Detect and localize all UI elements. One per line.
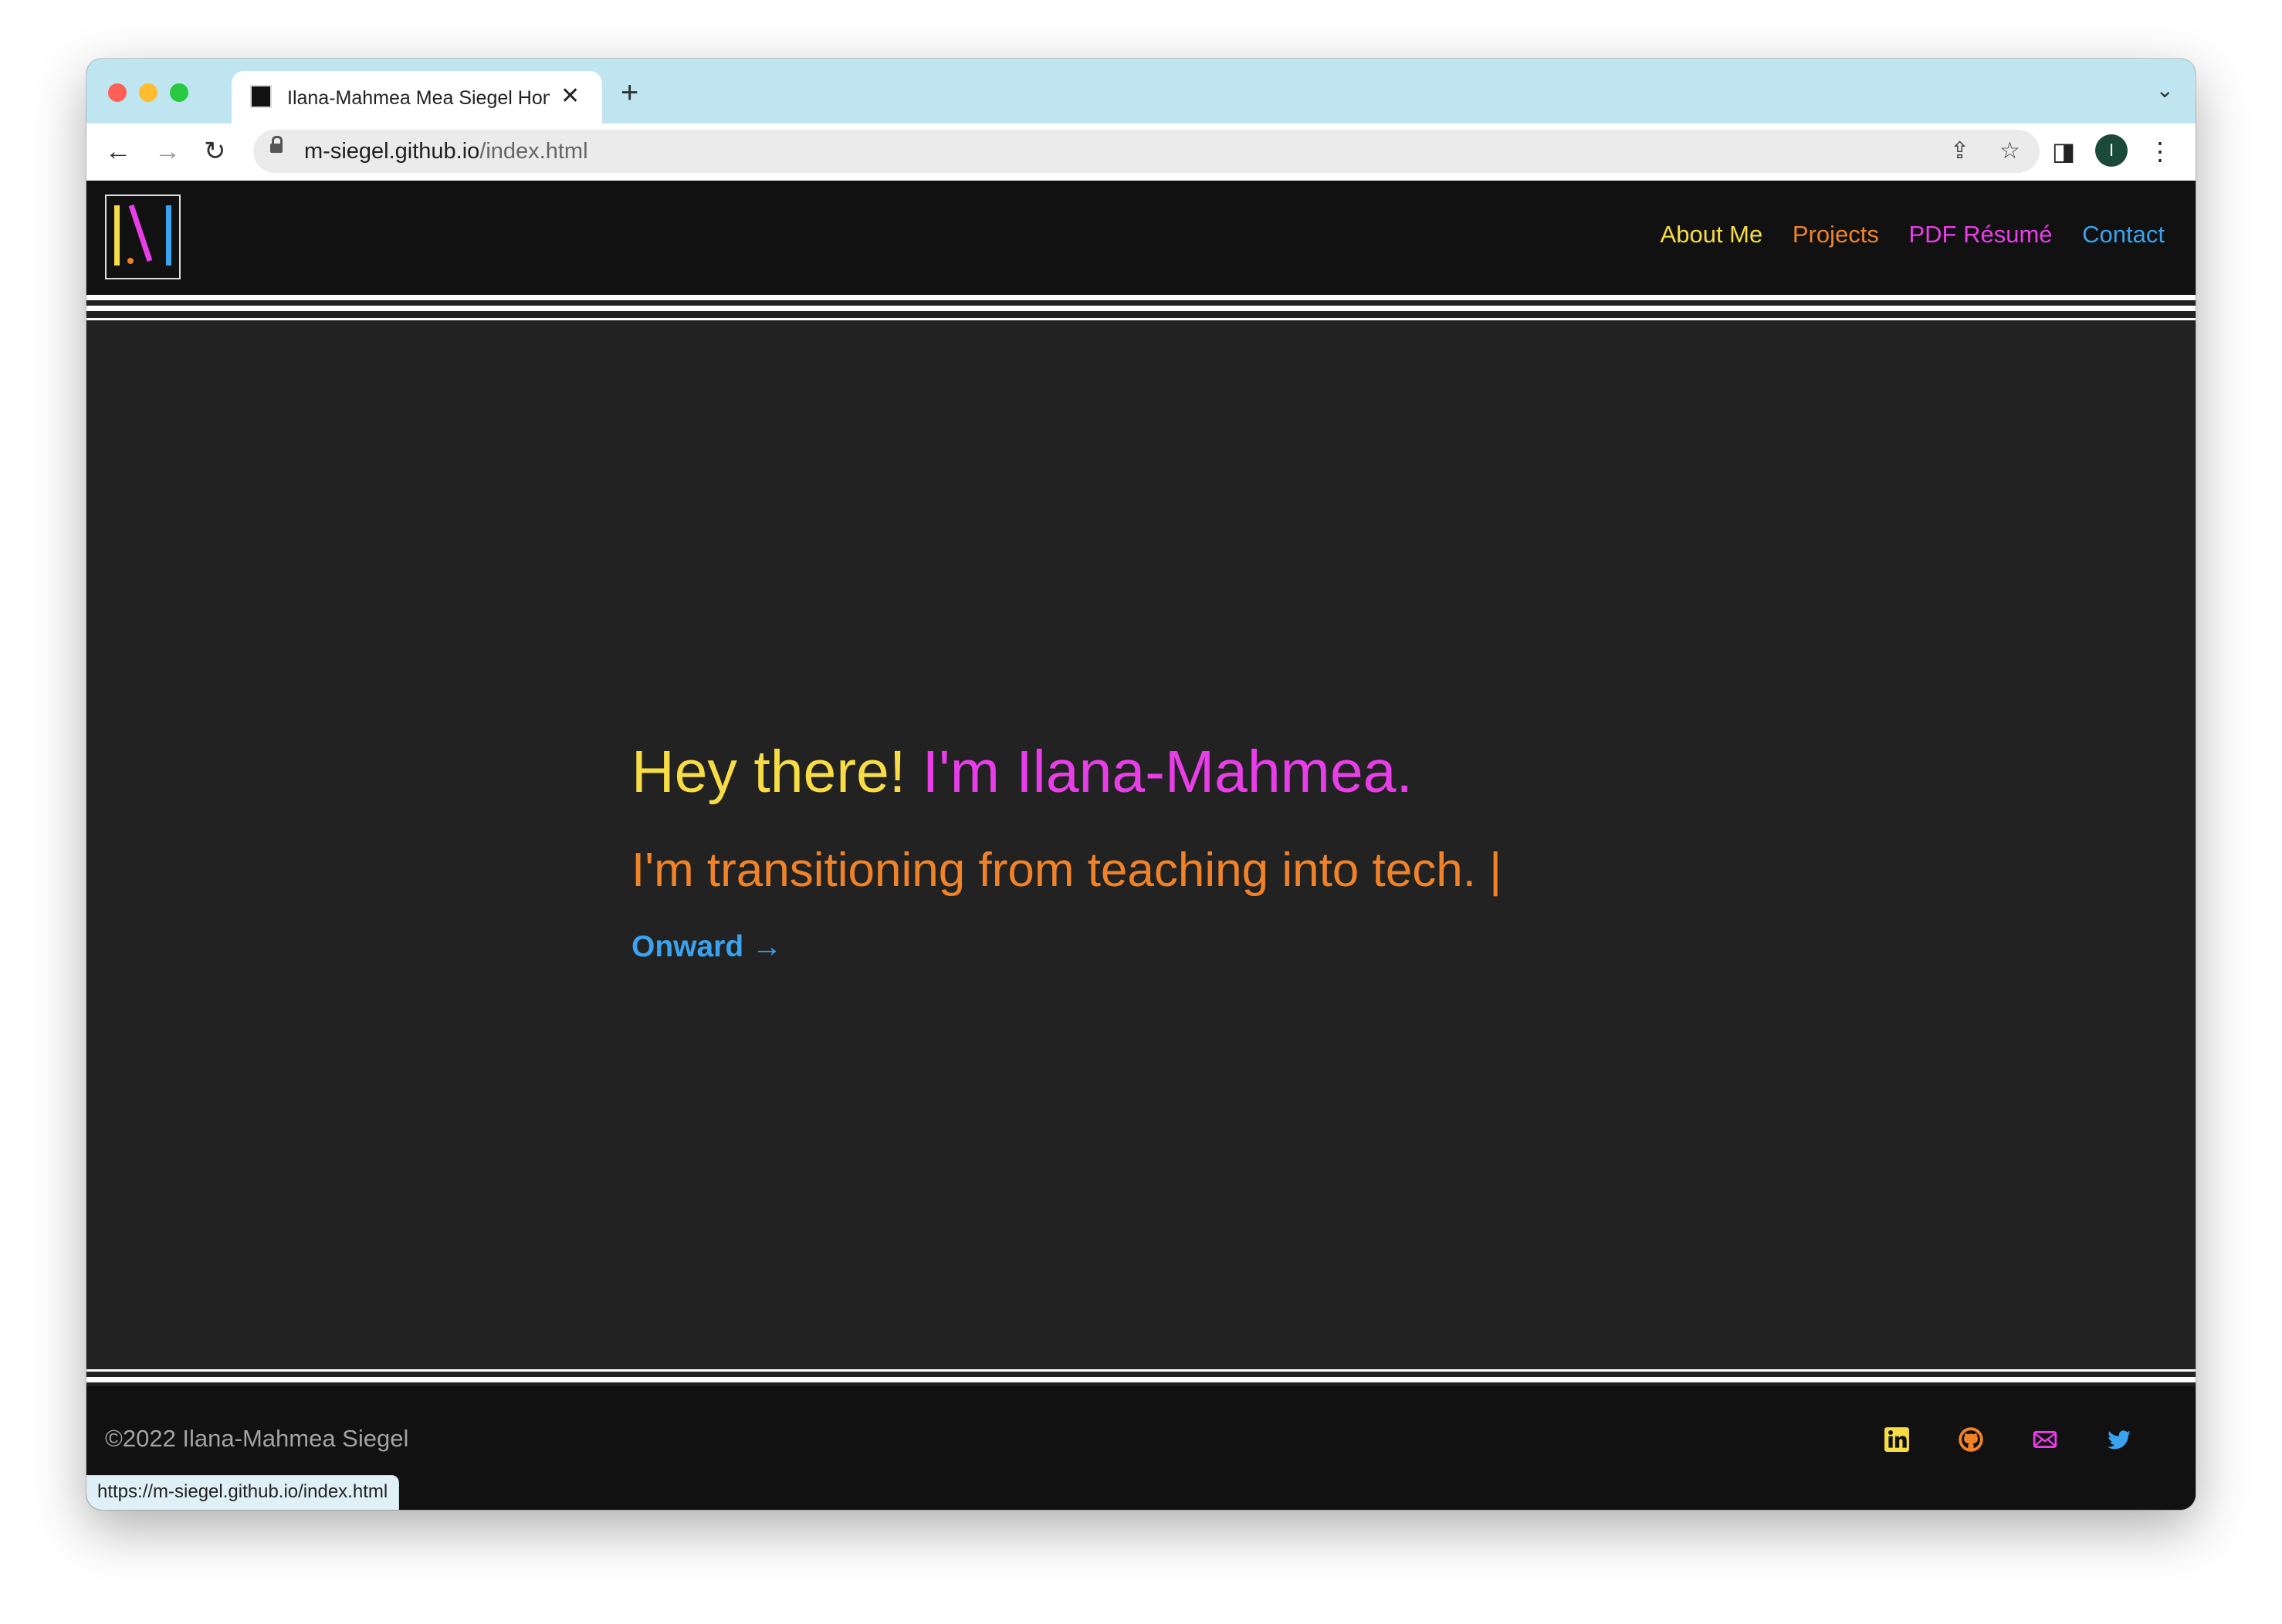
side-panel-icon[interactable]: ◨ <box>2052 136 2075 167</box>
header-divider <box>86 318 2196 320</box>
github-icon[interactable] <box>1958 1426 1984 1453</box>
nav-pdf-resume[interactable]: PDF Résumé <box>1908 221 2052 248</box>
web-page: About Me Projects PDF Résumé Contact Hey… <box>86 181 2196 1510</box>
browser-window: Ilana-Mahmea Mea Siegel Home ✕ + ⌄ ← → ↻… <box>86 59 2196 1510</box>
hero-name: I'm Ilana-Mahmea. <box>922 739 1413 805</box>
back-arrow-icon[interactable]: ← <box>105 134 131 168</box>
tab-title: Ilana-Mahmea Mea Siegel Home <box>287 87 550 109</box>
logo-yellow-bar <box>114 205 120 266</box>
tab-search-chevron-icon[interactable]: ⌄ <box>2156 77 2174 103</box>
nav-about-me[interactable]: About Me <box>1661 221 1763 248</box>
zoom-window-button[interactable] <box>170 83 188 102</box>
browser-toolbar: ← → ↻ m-siegel.github.io/index.html ⇪ ☆ … <box>86 123 2196 181</box>
address-bar[interactable]: m-siegel.github.io/index.html ⇪ ☆ <box>253 130 2040 173</box>
linkedin-icon[interactable] <box>1884 1426 1910 1453</box>
site-logo[interactable] <box>105 195 181 279</box>
footer-divider <box>86 1369 2196 1372</box>
lock-icon[interactable] <box>270 136 283 153</box>
site-favicon-icon <box>250 85 272 108</box>
nav-contact[interactable]: Contact <box>2082 221 2165 248</box>
minimize-window-button[interactable] <box>139 83 157 102</box>
bookmark-star-icon[interactable]: ☆ <box>1999 137 2020 165</box>
hero-heading: Hey there! I'm Ilana-Mahmea. <box>631 736 1502 807</box>
hero-tagline: I'm transitioning from teaching into tec… <box>631 844 1502 897</box>
site-footer: ©2022 Ilana-Mahmea Siegel <box>86 1386 2196 1510</box>
forward-arrow-icon[interactable]: → <box>154 134 181 168</box>
mail-icon[interactable] <box>2032 1426 2058 1453</box>
header-divider <box>86 295 2196 300</box>
hero-section: Hey there! I'm Ilana-Mahmea. I'm transit… <box>631 736 1502 966</box>
share-icon[interactable]: ⇪ <box>1950 137 1969 165</box>
new-tab-icon[interactable]: + <box>621 77 638 108</box>
reload-icon[interactable]: ↻ <box>204 134 226 168</box>
close-window-button[interactable] <box>108 83 127 102</box>
onward-link[interactable]: Onward → <box>631 928 1502 966</box>
site-navbar: About Me Projects PDF Résumé Contact <box>86 181 2196 295</box>
browser-tab[interactable]: Ilana-Mahmea Mea Siegel Home ✕ <box>232 71 602 123</box>
hero-greeting: Hey there! <box>631 739 906 805</box>
logo-blue-bar <box>166 205 171 266</box>
tab-bar: Ilana-Mahmea Mea Siegel Home ✕ + ⌄ <box>86 59 2196 123</box>
header-divider <box>86 306 2196 311</box>
logo-mark-icon <box>114 204 171 266</box>
status-bar-url: https://m-siegel.github.io/index.html <box>86 1475 400 1510</box>
twitter-icon[interactable] <box>2106 1426 2132 1453</box>
profile-avatar[interactable]: I <box>2095 134 2128 167</box>
logo-dot <box>127 258 134 264</box>
close-tab-icon[interactable]: ✕ <box>560 83 580 110</box>
copyright-text: ©2022 Ilana-Mahmea Siegel <box>105 1425 409 1452</box>
logo-magenta-stroke <box>128 204 153 262</box>
nav-links: About Me Projects PDF Résumé Contact <box>1637 219 2165 250</box>
nav-projects[interactable]: Projects <box>1793 221 1879 248</box>
address-url[interactable]: m-siegel.github.io/index.html <box>304 138 588 164</box>
more-menu-icon[interactable]: ⋮ <box>2148 136 2172 167</box>
footer-divider <box>86 1377 2196 1382</box>
